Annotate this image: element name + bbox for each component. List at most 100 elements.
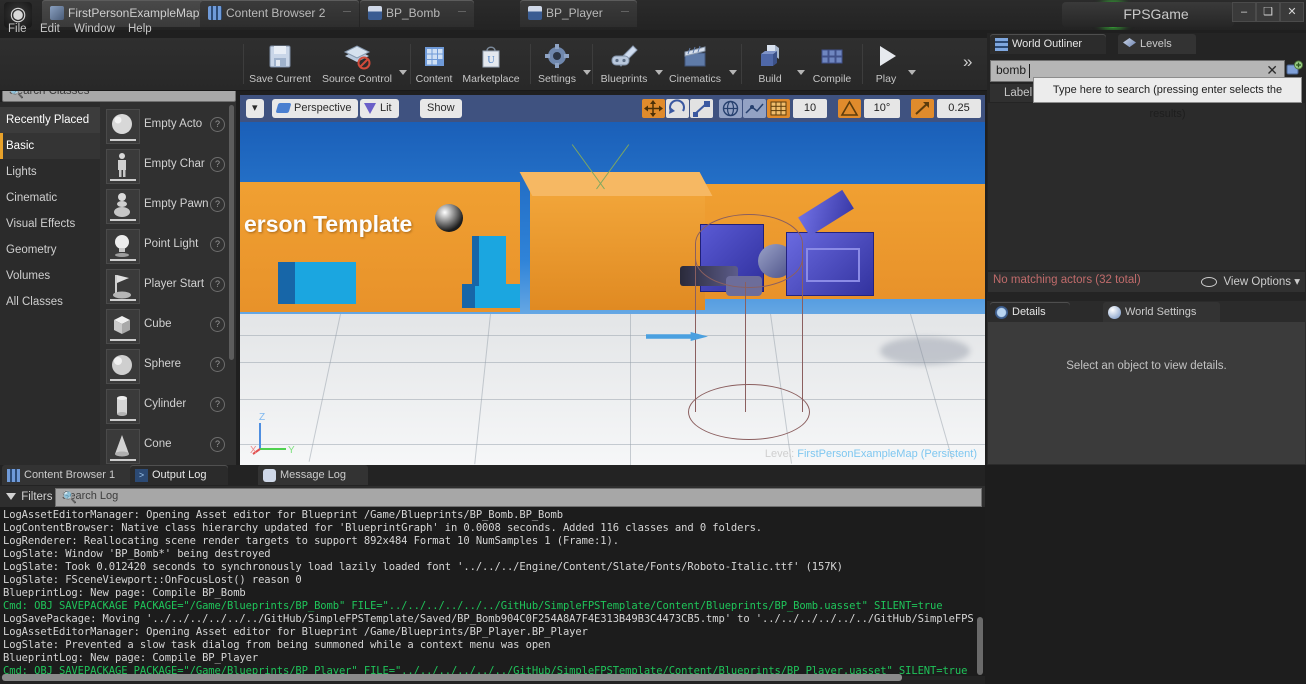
source-control-button[interactable]: Source Control [318, 40, 396, 85]
tab-message-log[interactable]: Message Log [258, 465, 369, 485]
list-item[interactable]: Cube ? [100, 306, 236, 346]
tab-label: World Settings [1125, 306, 1197, 318]
category-visual-effects[interactable]: Visual Effects [0, 211, 100, 237]
assets-scrollbar[interactable] [229, 105, 234, 360]
content-button[interactable]: Content [414, 40, 454, 85]
category-all-classes[interactable]: All Classes [0, 289, 100, 315]
log-horizontal-scrollbar[interactable] [2, 674, 902, 681]
level-viewport[interactable]: ▾ Perspective Lit Show 10 10° 0.25 erson… [240, 95, 1059, 465]
play-dropdown-caret[interactable] [908, 70, 916, 75]
asset-label: Empty Pawn [144, 198, 209, 210]
play-button[interactable]: Play [866, 40, 906, 85]
save-current-button[interactable]: Save Current [248, 40, 312, 85]
category-lights[interactable]: Lights [0, 159, 100, 185]
menu-help[interactable]: Help [128, 20, 152, 38]
log-filters-button[interactable]: Filters ▾ [6, 489, 62, 503]
blueprints-dropdown-caret[interactable] [655, 70, 663, 75]
tab-levels[interactable]: Levels [1118, 34, 1196, 54]
settings-dropdown-caret[interactable] [583, 70, 591, 75]
player-start-thumb-icon [106, 269, 140, 304]
category-cinematic[interactable]: Cinematic [0, 185, 100, 211]
view-options-button[interactable]: View Options ▾ [1201, 274, 1300, 288]
toolbar-overflow-button[interactable]: » [963, 52, 972, 72]
button-label: Build [758, 73, 782, 85]
compile-cubes-icon [815, 42, 849, 72]
rotation-snap-value[interactable]: 10° [864, 99, 900, 118]
category-volumes[interactable]: Volumes [0, 263, 100, 289]
log-line: LogSlate: Prevented a slow task dialog f… [3, 639, 551, 651]
grid-snap-value[interactable]: 10 [793, 99, 827, 118]
list-item[interactable]: Cylinder ? [100, 386, 236, 426]
viewport-options-menu[interactable]: ▾ [246, 99, 264, 118]
source-control-dropdown-caret[interactable] [399, 70, 407, 75]
menu-window[interactable]: Window [74, 20, 115, 38]
help-icon[interactable]: ? [210, 357, 225, 372]
tab-world-outliner[interactable]: World Outliner [990, 34, 1107, 54]
translate-gizmo-button[interactable] [642, 99, 665, 118]
help-icon[interactable]: ? [210, 157, 225, 172]
output-log-content[interactable]: LogAssetEditorManager: Opening Asset edi… [0, 507, 985, 676]
menu-file[interactable]: File [8, 20, 27, 38]
minimize-button[interactable]: – [1232, 2, 1256, 22]
settings-button[interactable]: Settings [534, 40, 580, 85]
help-icon[interactable]: ? [210, 397, 225, 412]
blueprints-button[interactable]: Blueprints [596, 40, 652, 85]
surface-snap-button[interactable] [743, 99, 766, 118]
category-label: Recently Placed [6, 114, 90, 126]
list-item[interactable]: Point Light ? [100, 226, 236, 266]
grid-snap-toggle[interactable] [767, 99, 790, 118]
help-icon[interactable]: ? [210, 437, 225, 452]
menu-edit[interactable]: Edit [40, 20, 60, 38]
content-icon [417, 42, 451, 72]
maximize-button[interactable]: ❑ [1256, 2, 1280, 22]
build-button[interactable]: Build [745, 40, 795, 85]
world-settings-icon [1108, 306, 1121, 319]
help-icon[interactable]: ? [210, 237, 225, 252]
rotation-snap-toggle[interactable] [838, 99, 861, 118]
log-search-input[interactable]: Search Log 🔍 [55, 488, 982, 507]
list-item[interactable]: Empty Char ? [100, 146, 236, 186]
scale-snap-value[interactable]: 0.25 [937, 99, 981, 118]
category-recently-placed[interactable]: Recently Placed [0, 107, 100, 133]
list-item[interactable]: Empty Acto ? [100, 106, 236, 146]
category-geometry[interactable]: Geometry [0, 237, 100, 263]
tab-details[interactable]: Details [990, 302, 1070, 322]
outliner-list[interactable] [988, 103, 1305, 270]
log-vertical-scrollbar[interactable] [977, 617, 983, 675]
tab-output-log[interactable]: > Output Log [130, 465, 229, 485]
content-browser-icon [208, 6, 222, 20]
help-icon[interactable]: ? [210, 317, 225, 332]
coordinate-system-button[interactable] [719, 99, 742, 118]
cinematics-button[interactable]: Cinematics [664, 40, 726, 85]
show-menu-button[interactable]: Show [420, 99, 462, 118]
category-label: Visual Effects [6, 218, 76, 230]
list-item[interactable]: Sphere ? [100, 346, 236, 386]
help-icon[interactable]: ? [210, 117, 225, 132]
category-basic[interactable]: Basic [0, 133, 100, 159]
viewport-scene[interactable]: erson Template Z Y X Level: FirstPersonE… [240, 122, 985, 465]
list-item[interactable]: Cone ? [100, 426, 236, 465]
asset-label: Empty Char [144, 158, 205, 170]
log-line: BlueprintLog: New page: Compile BP_Bomb [3, 587, 246, 599]
rotate-gizmo-button[interactable] [666, 99, 689, 118]
tab-content-browser-1[interactable]: Content Browser 1 [2, 465, 138, 485]
close-button[interactable]: ✕ [1280, 2, 1304, 22]
place-actors-panel: Recently Placed Basic Lights Cinematic V… [0, 102, 236, 465]
list-item[interactable]: Empty Pawn ? [100, 186, 236, 226]
compile-button[interactable]: Compile [806, 40, 858, 85]
axis-widget: Z Y X [250, 412, 295, 456]
place-assets-list[interactable]: Empty Acto ? Empty Char ? Empty Pawn ? P… [100, 102, 236, 465]
marketplace-button[interactable]: U Marketplace [458, 40, 524, 85]
help-icon[interactable]: ? [210, 197, 225, 212]
help-icon[interactable]: ? [210, 277, 225, 292]
scale-gizmo-button[interactable] [690, 99, 713, 118]
list-item[interactable]: Player Start ? [100, 266, 236, 306]
perspective-button[interactable]: Perspective [272, 99, 359, 118]
status-badge: No matching actors (32 total) [993, 274, 1141, 286]
tab-world-settings[interactable]: World Settings [1103, 302, 1221, 322]
cinematics-dropdown-caret[interactable] [729, 70, 737, 75]
build-dropdown-caret[interactable] [797, 70, 805, 75]
scale-snap-toggle[interactable] [911, 99, 934, 118]
tab-pin-dot [620, 11, 629, 17]
view-mode-lit-button[interactable]: Lit [360, 99, 399, 118]
